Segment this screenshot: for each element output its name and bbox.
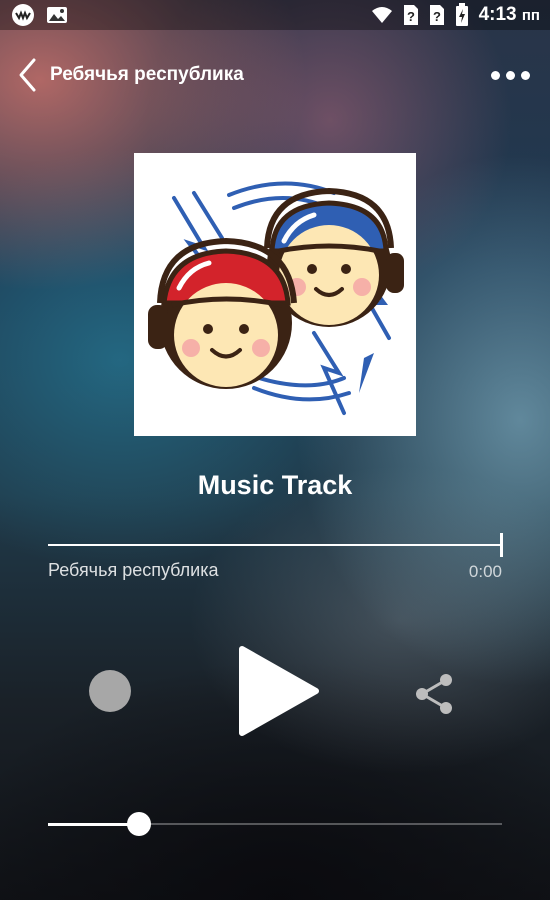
- play-icon: [239, 646, 319, 736]
- wifi-icon: [371, 7, 392, 23]
- seek-bar[interactable]: [48, 533, 503, 557]
- record-button[interactable]: [89, 670, 131, 712]
- battery-charging-icon: [455, 3, 468, 26]
- svg-text:?: ?: [407, 9, 415, 24]
- artist-label: Ребячья республика: [48, 560, 219, 580]
- play-button[interactable]: [234, 643, 324, 739]
- volume-slider[interactable]: [48, 812, 502, 836]
- no-sim-icon: ?: [403, 5, 418, 25]
- more-dot-icon: [491, 70, 500, 80]
- volume-slider-fill: [48, 823, 139, 826]
- seek-bar-handle[interactable]: [500, 533, 503, 557]
- no-sim-icon: ?: [429, 5, 444, 25]
- share-icon: [416, 674, 452, 714]
- app-logo-icon: [12, 4, 34, 26]
- image-icon: [47, 7, 67, 23]
- seek-bar-fill: [48, 544, 502, 546]
- status-left: [10, 3, 68, 27]
- station-logo-image: [148, 181, 404, 415]
- more-dot-icon: [521, 70, 530, 80]
- volume-slider-thumb[interactable]: [126, 812, 151, 836]
- status-bar: ? ? 4:13 пп: [0, 0, 550, 30]
- chevron-left-icon: [19, 58, 36, 92]
- page-title: Ребячья республика: [50, 64, 244, 85]
- status-time: 4:13 пп: [479, 4, 540, 26]
- status-time-suffix: пп: [521, 7, 540, 24]
- status-time-value: 4:13: [478, 4, 517, 25]
- more-options-button[interactable]: [485, 63, 536, 88]
- more-dot-icon: [506, 70, 515, 80]
- track-title: Music Track: [197, 470, 353, 500]
- status-right: ? ? 4:13 пп: [371, 3, 540, 27]
- share-button[interactable]: [412, 672, 456, 716]
- elapsed-time: 0:00: [468, 562, 502, 581]
- back-button[interactable]: [14, 55, 40, 95]
- svg-text:?: ?: [433, 9, 441, 24]
- top-bar: Ребячья республика: [0, 44, 550, 106]
- album-art: [134, 153, 416, 436]
